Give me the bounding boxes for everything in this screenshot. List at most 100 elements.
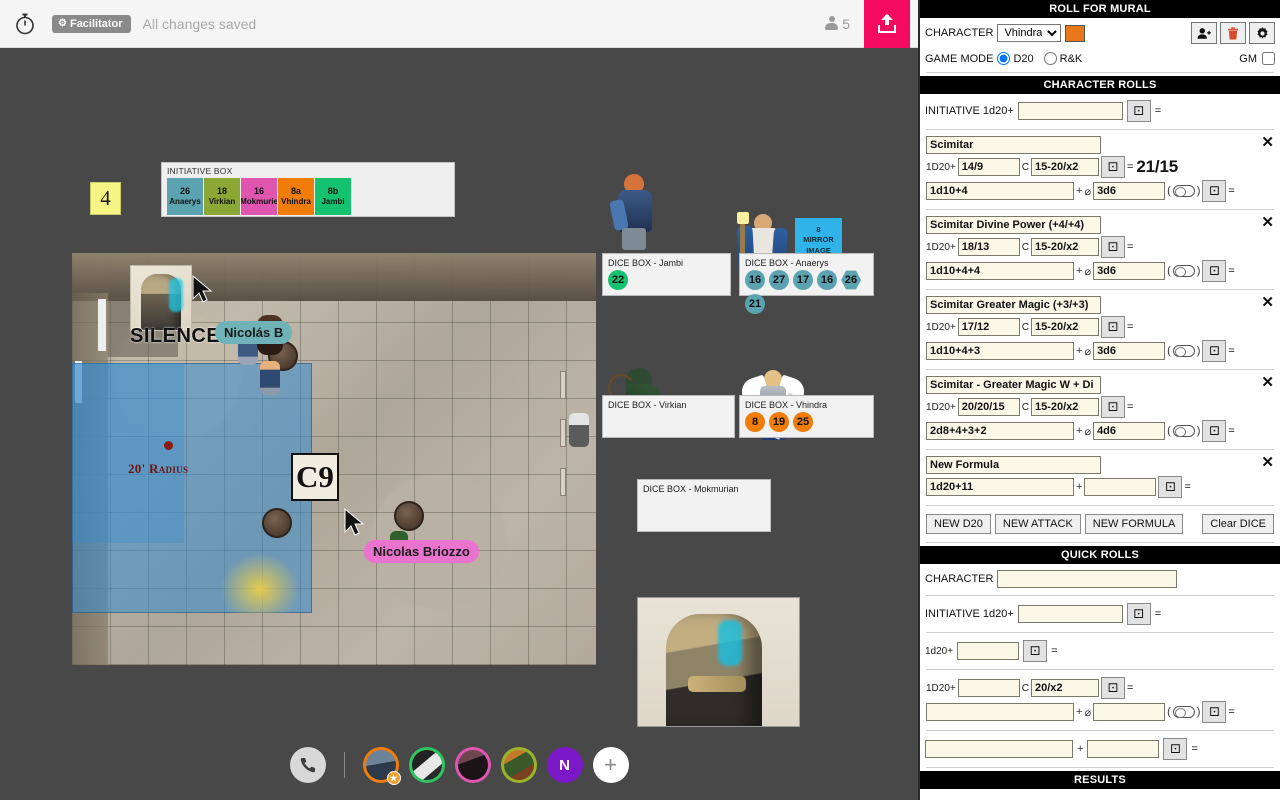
initiative-card[interactable]: 26 Anaerys [167,178,203,215]
attack-name-input[interactable] [926,376,1101,394]
delete-button[interactable] [1220,22,1246,44]
damage-formula-input[interactable] [926,342,1074,360]
quick-damage-roll-button[interactable]: ⚀ [1202,701,1227,723]
gm-toggle[interactable]: GM [1239,52,1275,65]
die-result[interactable]: 16 [745,270,765,290]
quick-formula-a-input[interactable] [925,740,1073,758]
bonus-damage-toggle[interactable] [1172,185,1195,197]
dice-box-mokmurian[interactable]: DICE BOX - Mokmurian [637,479,771,532]
quick-initiative-roll-button[interactable]: ⚀ [1126,603,1151,625]
new-attack-button[interactable]: NEW ATTACK [994,514,1081,534]
grid-label-c9[interactable]: C9 [291,453,339,501]
initiative-roll-button[interactable]: ⚀ [1126,100,1151,122]
player-token[interactable] [569,413,589,447]
bonus-damage-input[interactable] [1093,422,1166,440]
game-mode-rk-radio[interactable] [1043,52,1057,65]
remove-attack-button[interactable]: ✕ [1261,375,1274,390]
formula-name-input[interactable] [926,456,1101,474]
dice-box-virkian[interactable]: DICE BOX - Virkian [602,395,735,438]
damage-formula-input[interactable] [926,422,1074,440]
crit-range-input[interactable] [1030,158,1099,176]
quick-formula-roll-button[interactable]: ⚀ [1163,738,1188,760]
attack-modifier-input[interactable] [957,318,1020,336]
quick-crit-range-input[interactable] [1030,679,1099,697]
initiative-card[interactable]: 18 Virkian [204,178,240,215]
stopwatch-icon[interactable] [10,9,40,39]
player-token[interactable] [260,361,280,395]
quick-character-input[interactable] [997,570,1178,588]
die-result[interactable]: 26 [841,270,861,290]
barrel-token[interactable] [262,508,292,538]
die-result[interactable]: 25 [793,412,813,432]
damage-formula-input[interactable] [926,182,1074,200]
die-result[interactable]: 27 [769,270,789,290]
initiative-card[interactable]: 8b Jambi [315,178,351,215]
quick-attack-modifier-input[interactable] [957,679,1020,697]
quick-formula-b-input[interactable] [1087,740,1160,758]
game-mode-d20[interactable]: D20 [997,52,1034,65]
crit-range-input[interactable] [1030,318,1099,336]
bonus-damage-input[interactable] [1093,262,1166,280]
die-result[interactable]: 16 [817,270,837,290]
new-formula-button[interactable]: NEW FORMULA [1084,514,1184,534]
attack-modifier-input[interactable] [957,238,1020,256]
damage-roll-button[interactable]: ⚀ [1202,420,1227,442]
participant-avatar[interactable] [408,747,445,783]
dice-box-jambi[interactable]: DICE BOX - Jambi 22 [602,253,731,296]
add-person-button[interactable] [1191,22,1217,44]
clear-dice-button[interactable]: Clear DICE [1202,514,1274,534]
spell-origin-dot[interactable] [164,441,173,450]
game-mode-rk[interactable]: R&K [1043,52,1082,65]
damage-roll-button[interactable]: ⚀ [1202,340,1227,362]
gm-checkbox[interactable] [1262,52,1275,65]
attack-modifier-input[interactable] [957,158,1020,176]
bonus-damage-toggle[interactable] [1172,345,1195,357]
attack-roll-button[interactable]: ⚀ [1100,236,1125,258]
round-counter-token[interactable]: 4 [90,182,121,215]
remove-attack-button[interactable]: ✕ [1261,295,1274,310]
facilitator-badge[interactable]: ⚙ Facilitator [52,14,131,33]
barrel-token[interactable] [394,501,424,531]
attack-roll-button[interactable]: ⚀ [1100,156,1125,178]
damage-roll-button[interactable]: ⚀ [1202,260,1227,282]
bonus-damage-toggle[interactable] [1172,265,1195,277]
attack-modifier-input[interactable] [957,398,1020,416]
formula-expression-input[interactable] [926,478,1074,496]
die-result[interactable]: 8 [745,412,765,432]
character-art-anaerys[interactable] [609,170,668,250]
formula-roll-button[interactable]: ⚀ [1158,476,1183,498]
mural-token[interactable] [130,265,192,331]
attack-name-input[interactable] [926,296,1101,314]
crit-range-input[interactable] [1030,398,1099,416]
character-select[interactable]: Vhindra [997,24,1062,42]
die-result[interactable]: 22 [608,270,628,290]
remove-formula-button[interactable]: ✕ [1261,455,1274,470]
initiative-input[interactable] [1017,102,1123,120]
battle-map[interactable]: 20' Radius SILENCE C9 Nicolás B Nicolas … [72,253,596,665]
share-button[interactable] [864,0,910,48]
initiative-card[interactable]: 16 Mokmurie [241,178,277,215]
participant-avatar[interactable] [500,747,537,783]
attack-roll-button[interactable]: ⚀ [1100,316,1125,338]
attack-name-input[interactable] [926,136,1101,154]
gear-icon[interactable] [1249,22,1275,44]
dice-box-vhindra[interactable]: DICE BOX - Vhindra 8 19 25 [739,395,874,438]
player-nametag[interactable]: Nicolas Briozzo [364,540,479,563]
damage-formula-input[interactable] [926,262,1074,280]
damage-roll-button[interactable]: ⚀ [1202,180,1227,202]
participant-avatar[interactable] [454,747,491,783]
crit-range-input[interactable] [1030,238,1099,256]
attack-roll-button[interactable]: ⚀ [1100,396,1125,418]
bonus-damage-toggle[interactable] [1172,425,1195,437]
new-d20-button[interactable]: NEW D20 [926,514,991,534]
participant-avatar[interactable]: N [546,747,583,783]
dice-box-anaerys[interactable]: DICE BOX - Anaerys 16 27 17 16 26 21 [739,253,874,314]
participants-count[interactable]: 5 [825,16,850,32]
board-canvas[interactable]: 4 INITIATIVE BOX 26 Anaerys 18 Virkian 1… [0,48,918,800]
player-nametag[interactable]: Nicolás B [215,321,293,344]
initiative-box[interactable]: INITIATIVE BOX 26 Anaerys 18 Virkian 16 … [161,162,455,217]
die-result[interactable]: 19 [769,412,789,432]
die-result[interactable]: 17 [793,270,813,290]
game-mode-d20-radio[interactable] [997,52,1011,65]
formula-addend-input[interactable] [1084,478,1157,496]
